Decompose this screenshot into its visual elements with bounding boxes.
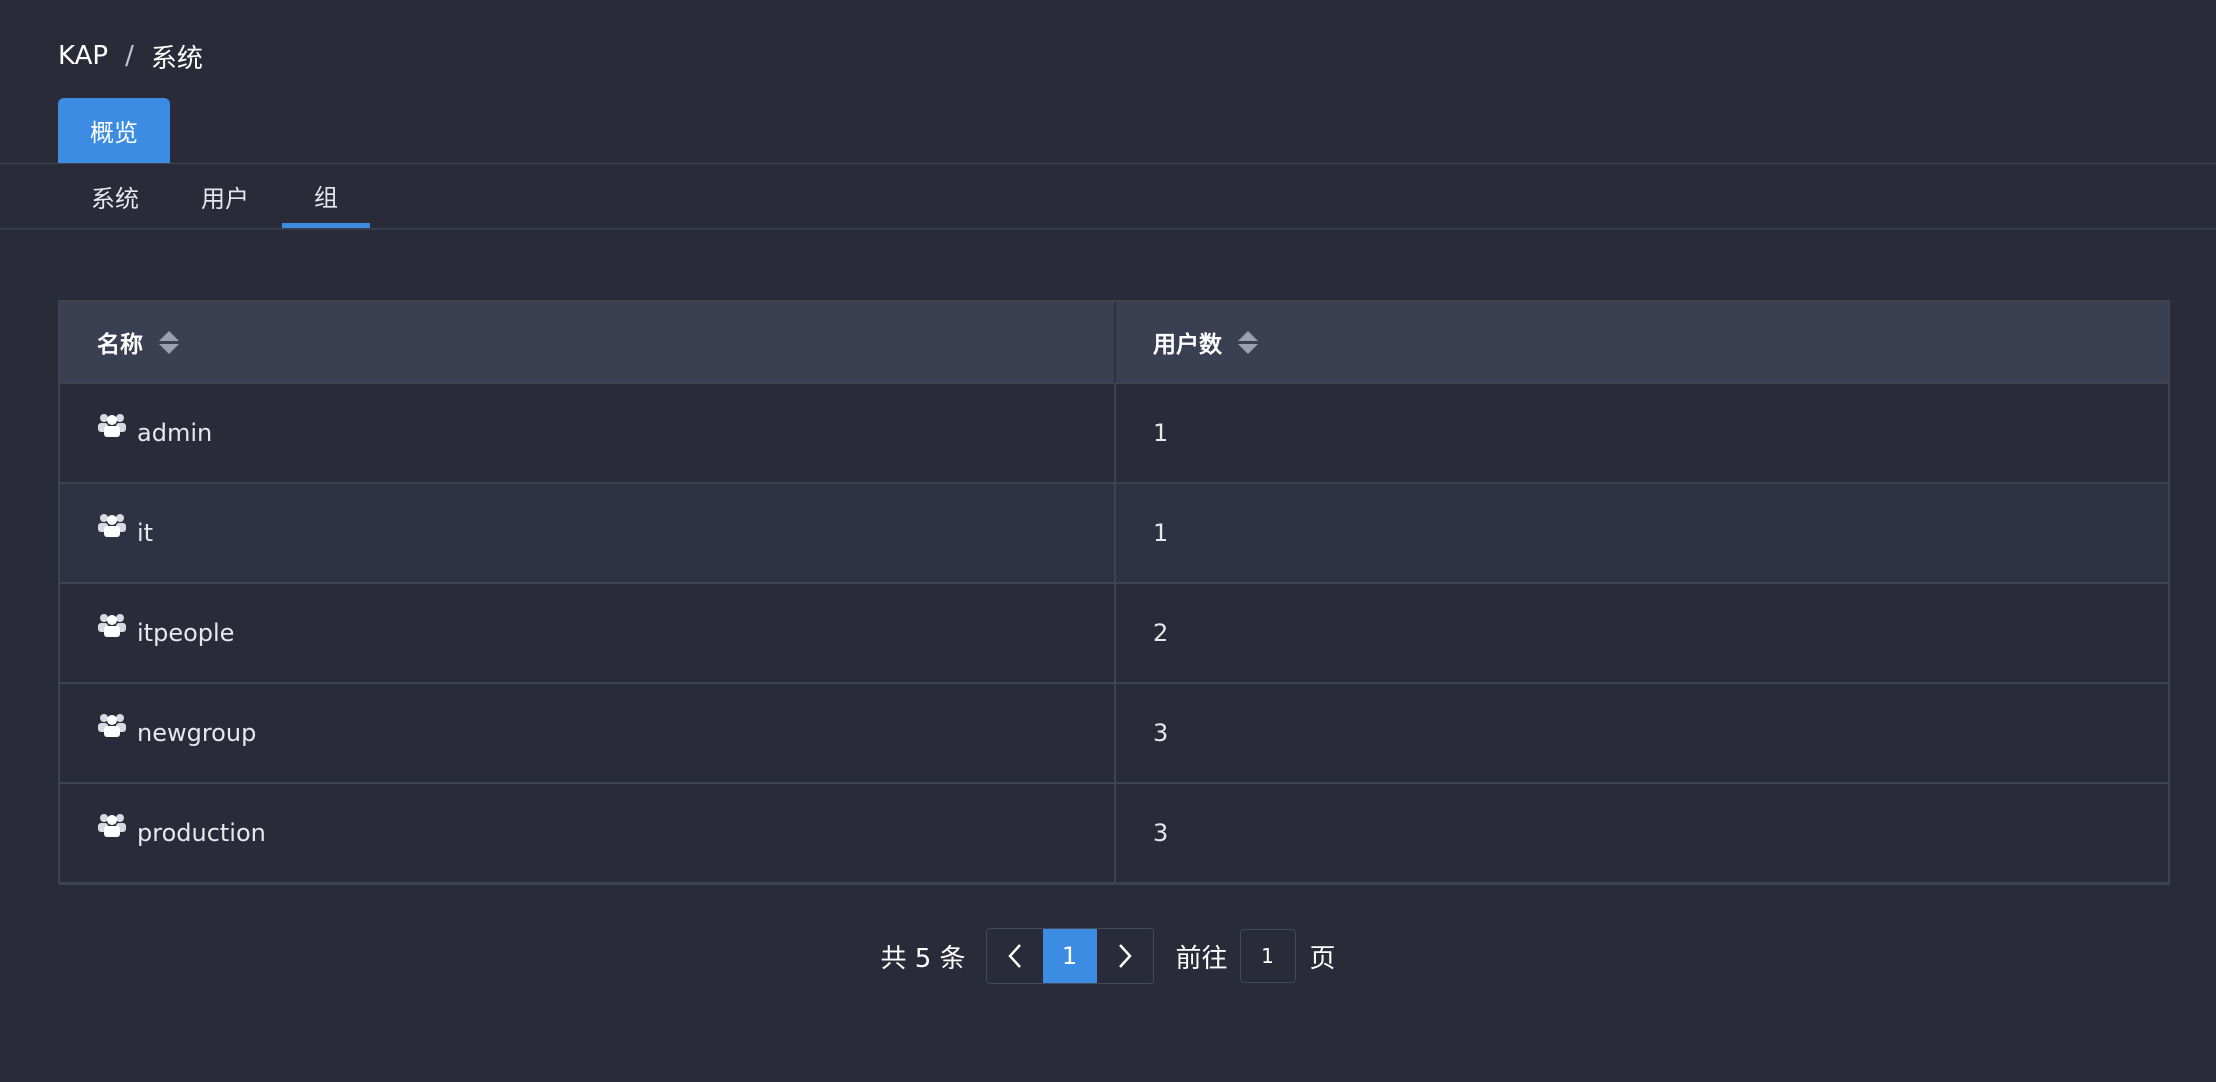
column-header-name-label: 名称: [97, 332, 143, 358]
group-name: it: [137, 519, 154, 547]
column-header-user-count-label: 用户数: [1153, 332, 1222, 358]
chevron-left-icon: [1007, 944, 1021, 968]
pagination-total: 共 5 条: [880, 943, 966, 974]
top-tab-bar: 概览: [0, 98, 2216, 164]
group-name-cell: newgroup: [60, 684, 1116, 782]
pager: 1: [985, 928, 1154, 984]
table-row[interactable]: newgroup 3: [60, 682, 2168, 782]
group-name-cell: itpeople: [60, 584, 1116, 682]
group-name-cell: it: [60, 484, 1116, 582]
sort-icon[interactable]: [1238, 330, 1258, 354]
group-name: itpeople: [137, 619, 235, 647]
group-icon: [98, 414, 126, 437]
group-icon: [98, 714, 126, 737]
breadcrumb-separator: /: [125, 41, 134, 71]
groups-table: 名称 用户数 admin 1 it 1 itpeople 2 newgroup …: [58, 300, 2170, 885]
group-icon: [98, 814, 126, 837]
sort-icon[interactable]: [159, 330, 179, 354]
user-count-cell: 3: [1153, 819, 1169, 847]
tab-system[interactable]: 系统: [80, 164, 150, 228]
prev-page-button[interactable]: [986, 929, 1043, 983]
user-count-cell: 1: [1153, 519, 1169, 547]
user-count-cell: 2: [1153, 619, 1169, 647]
group-name: production: [137, 819, 266, 847]
group-name: admin: [137, 419, 213, 447]
goto-label: 前往: [1175, 943, 1228, 974]
user-count-cell: 1: [1153, 419, 1169, 447]
tab-groups[interactable]: 组: [282, 164, 370, 228]
table-row[interactable]: production 3: [60, 782, 2168, 882]
tab-overview[interactable]: 概览: [58, 98, 170, 163]
table-row[interactable]: itpeople 2: [60, 582, 2168, 682]
table-header: 名称 用户数: [60, 302, 2168, 382]
user-count-cell: 3: [1153, 719, 1169, 747]
goto-page-input[interactable]: [1239, 929, 1296, 983]
sub-tab-bar: 系统 用户 组: [0, 164, 2216, 230]
page: KAP / 系统 概览 系统 用户 组 名称 用户数 admin 1 it 1 …: [0, 0, 2216, 1082]
page-number-button[interactable]: 1: [1042, 929, 1097, 983]
table-row[interactable]: admin 1: [60, 382, 2168, 482]
breadcrumb-root[interactable]: KAP: [58, 41, 108, 71]
group-icon: [98, 514, 126, 537]
group-name-cell: production: [60, 784, 1116, 882]
breadcrumb: KAP / 系统: [58, 36, 203, 76]
column-header-user-count[interactable]: 用户数: [1116, 302, 2168, 382]
chevron-right-icon: [1118, 944, 1132, 968]
group-name: newgroup: [137, 719, 257, 747]
breadcrumb-current: 系统: [150, 43, 203, 74]
group-icon: [98, 614, 126, 637]
pagination: 共 5 条 1 前往 页: [0, 928, 2216, 984]
column-header-name[interactable]: 名称: [60, 302, 1116, 382]
page-suffix-label: 页: [1309, 943, 1336, 974]
table-row[interactable]: it 1: [60, 482, 2168, 582]
next-page-button[interactable]: [1096, 929, 1153, 983]
tab-users[interactable]: 用户: [190, 164, 260, 228]
group-name-cell: admin: [60, 384, 1116, 482]
